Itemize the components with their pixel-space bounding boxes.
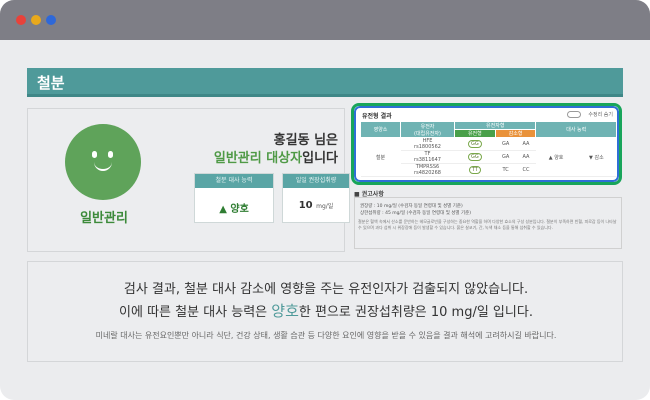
header-gene: 유전자 (대립유전자) — [400, 121, 455, 138]
daily-intake-unit: mg/일 — [316, 203, 334, 210]
ability-low: ▼ 감소 — [576, 137, 617, 177]
recommendation-line-1: 권장량 : 10 mg/일 (수검자 동일 연령대 및 성별 기준) — [360, 204, 463, 209]
recommendation-paragraph: 철분은 혈액 속에서 산소를 운반하는 헤모글로빈을 구성하는 중요한 역할을 … — [358, 219, 617, 230]
genotype-results-panel: 유전형 결과 수정리 숨기 영양소 유전자 (대립유전자) 유전자형 대사 능력 … — [351, 103, 622, 185]
gene-hfe: HFE rs1800562 — [400, 137, 455, 151]
browser-window: 철분 일반관리 홍길동 님은 일반관리 대상자입니다 철분 대사 능력 ▲ 양호… — [0, 0, 650, 400]
daily-intake-label: 일일 권장섭취량 — [283, 174, 349, 188]
risk1-hfe: GA — [495, 137, 517, 151]
smiley-avatar-icon — [65, 124, 141, 200]
risk2-hfe: AA — [516, 137, 536, 151]
risk2-tmprss6: CC — [516, 163, 536, 177]
avatar-label: 일반관리 — [80, 211, 128, 226]
daily-intake-box: 일일 권장섭취량 10 mg/일 — [282, 173, 350, 223]
ability-good: ▲ 양호 — [535, 137, 577, 177]
header-genotype: 유전자형 — [453, 121, 537, 130]
maximize-window-dot[interactable] — [46, 15, 56, 25]
gene-tf: TF rs3811647 — [400, 150, 455, 164]
summary-note: 미네랄 대사는 유전요인뿐만 아니라 식단, 건강 상태, 생활 습관 등 다양… — [95, 331, 557, 340]
toggle-switch[interactable] — [567, 111, 581, 118]
section-title: 철분 — [37, 74, 65, 92]
daily-intake-value: 10 mg/일 — [298, 200, 334, 211]
greeting-text: 홍길동 님은 — [273, 133, 338, 148]
summary-highlight: 양호 — [271, 302, 299, 320]
header-ability: 대사 능력 — [535, 121, 617, 138]
metabolism-ability-box: 철분 대사 능력 ▲ 양호 — [194, 173, 274, 223]
recommendation-line-2: 상한섭취량 : 45 mg/일 (수검자 동일 연령대 및 성별 기준) — [360, 211, 472, 216]
summary-line-2: 이에 따른 철분 대사 능력은 양호한 편으로 권장섭취량은 10 mg/일 입… — [119, 302, 533, 320]
avatar-mouth — [94, 162, 112, 171]
genotype-table: 영양소 유전자 (대립유전자) 유전자형 대사 능력 유전형 감소형 철분 HFE… — [360, 121, 617, 177]
gene-tmprss6: TMPRSS6 rs4820268 — [400, 163, 455, 177]
risk1-tf: GA — [495, 150, 517, 164]
toggle-label: 수정리 숨기 — [588, 112, 613, 118]
status-text: 일반관리 대상자입니다 — [148, 147, 338, 166]
results-highlight-frame: 유전형 결과 수정리 숨기 영양소 유전자 (대립유전자) 유전자형 대사 능력 … — [354, 106, 619, 182]
title-bar — [0, 0, 650, 40]
avatar-right-eye — [108, 151, 113, 158]
summary-box: 검사 결과, 철분 대사 감소에 영향을 주는 유전인자가 검출되지 않았습니다… — [27, 261, 623, 362]
my-genotype-hfe: GG — [454, 137, 496, 151]
metabolism-ability-value: ▲ 양호 — [219, 204, 249, 215]
results-title: 유전형 결과 — [362, 113, 392, 120]
metabolism-ability-label: 철분 대사 능력 — [195, 174, 273, 188]
avatar-left-eye — [92, 151, 97, 158]
section-header: 철분 — [27, 68, 623, 97]
nutrient-cell: 철분 — [360, 137, 401, 177]
header-nutrient: 영양소 — [360, 121, 401, 138]
close-window-dot[interactable] — [16, 15, 26, 25]
header-my-type: 유전형 — [454, 129, 496, 138]
risk2-tf: AA — [516, 150, 536, 164]
risk1-tmprss6: TC — [495, 163, 517, 177]
status-green: 일반관리 대상자 — [213, 151, 303, 166]
header-risk-type: 감소형 — [494, 129, 537, 138]
status-suffix: 입니다 — [302, 151, 338, 166]
minimize-window-dot[interactable] — [31, 15, 41, 25]
profile-card: 일반관리 홍길동 님은 일반관리 대상자입니다 철분 대사 능력 ▲ 양호 일일… — [27, 108, 350, 252]
my-genotype-tmprss6: TT — [454, 163, 496, 177]
summary-line-1: 검사 결과, 철분 대사 감소에 영향을 주는 유전인자가 검출되지 않았습니다… — [123, 282, 529, 297]
my-genotype-tf: GG — [454, 150, 496, 164]
